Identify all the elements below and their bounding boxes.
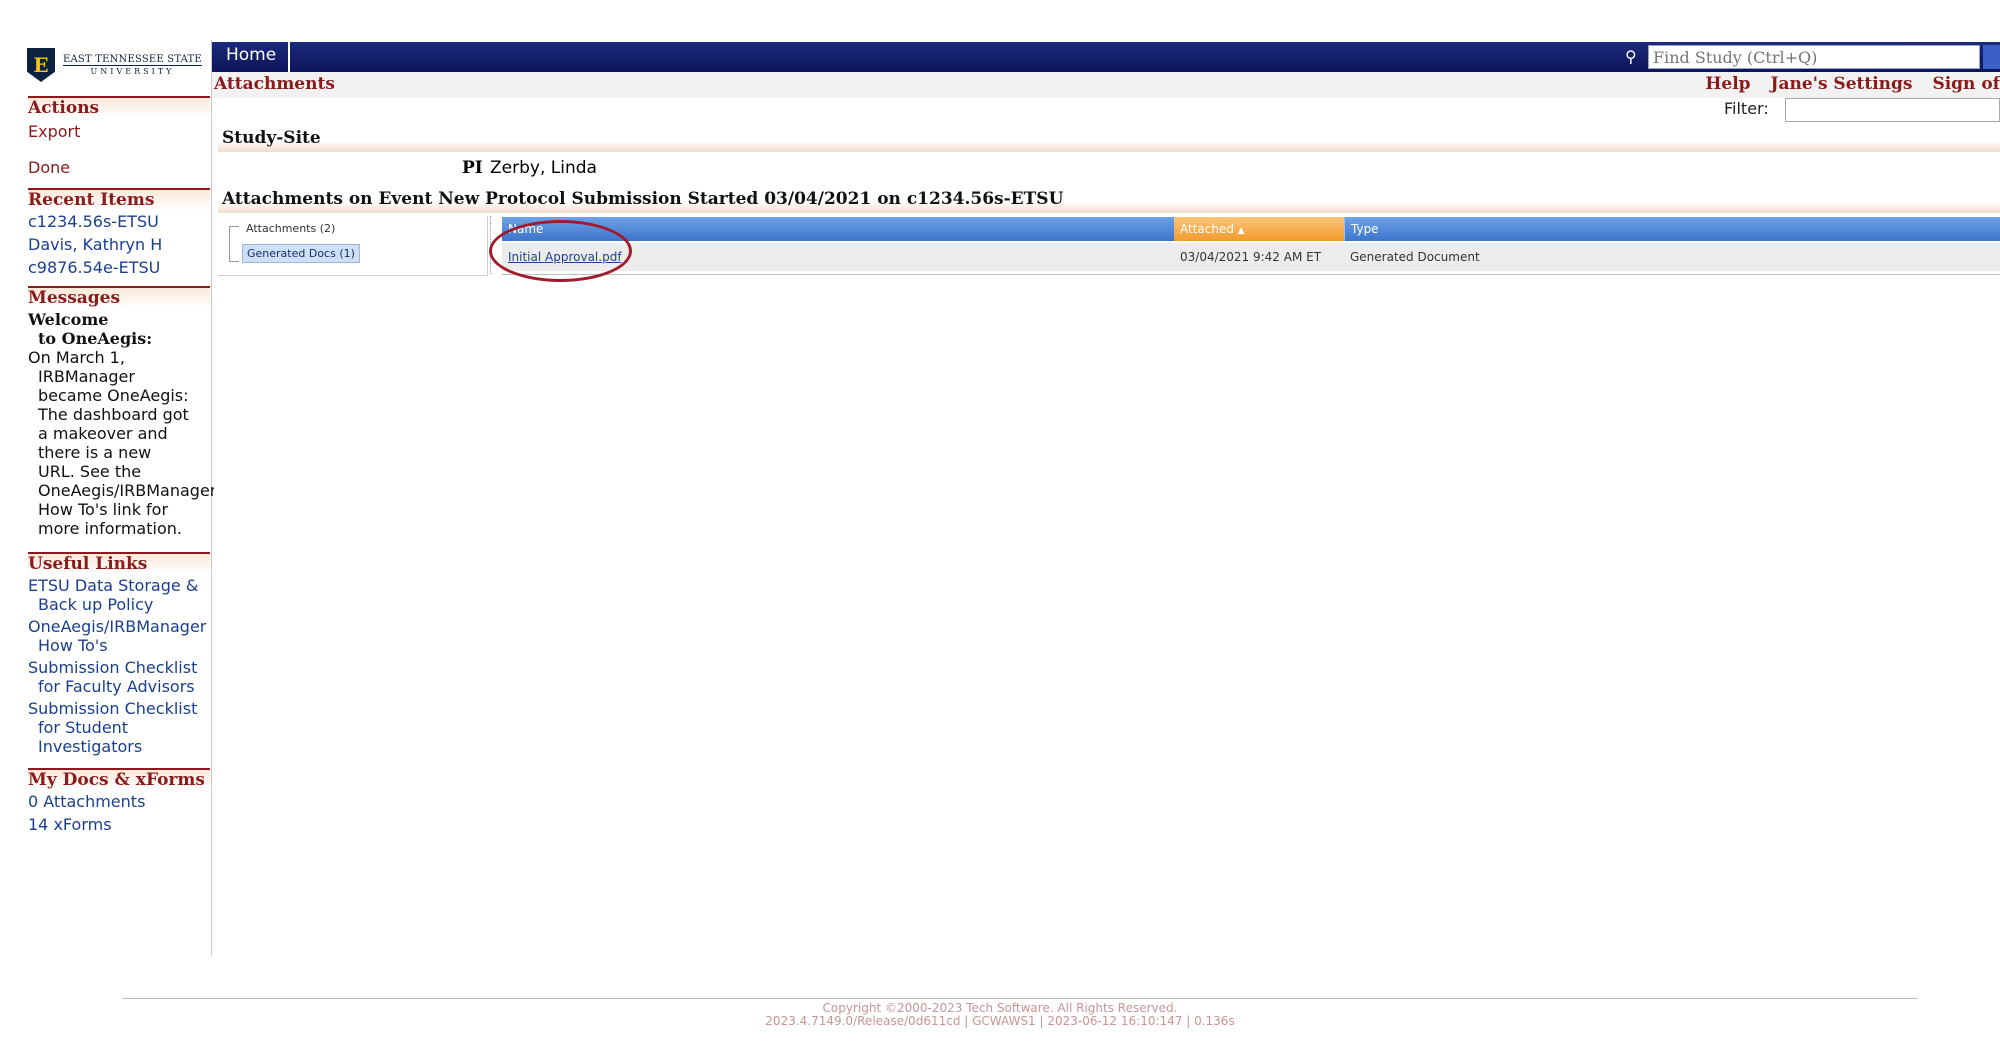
message-line: How To's link for	[38, 500, 169, 519]
recent-item-link[interactable]: Davis, Kathryn H	[28, 235, 210, 254]
sign-off-link[interactable]: Sign of	[1932, 74, 2000, 94]
link-text: ETSU Data Storage &	[28, 576, 199, 595]
highlight-circle-annotation	[489, 220, 632, 282]
pi-row: PI Zerby, Linda	[218, 156, 2000, 182]
link-text: Back up Policy	[38, 595, 154, 614]
message-line: OneAegis/IRBManager	[38, 481, 214, 500]
link-text: OneAegis/IRBManager	[28, 617, 207, 636]
messages-heading: Messages	[28, 286, 210, 308]
filter-input[interactable]	[1785, 98, 2000, 122]
message-line: URL. See the	[38, 462, 142, 481]
column-header-attached-label: Attached	[1180, 222, 1234, 236]
tree-node-attachments[interactable]: Attachments (2)	[246, 222, 335, 235]
link-text: Submission Checklist	[28, 658, 198, 677]
link-text: Investigators	[38, 737, 143, 756]
tree-node-generated-docs[interactable]: Generated Docs (1)	[242, 244, 360, 263]
etsu-shield-icon: E	[27, 48, 55, 82]
link-text: for Faculty Advisors	[38, 677, 195, 696]
done-link[interactable]: Done	[28, 158, 210, 177]
how-tos-link[interactable]: OneAegis/IRBManager How To's	[28, 617, 210, 655]
pi-value: Zerby, Linda	[490, 158, 597, 178]
page-title: Attachments	[214, 74, 335, 94]
data-storage-policy-link[interactable]: ETSU Data Storage & Back up Policy	[28, 576, 210, 614]
logo-line1: EAST TENNESSEE STATE	[63, 53, 202, 65]
faculty-checklist-link[interactable]: Submission Checklist for Faculty Advisor…	[28, 658, 210, 696]
export-link[interactable]: Export	[28, 122, 210, 141]
message-line: became OneAegis:	[38, 386, 189, 405]
find-study-input[interactable]	[1648, 45, 1980, 69]
help-link[interactable]: Help	[1705, 74, 1750, 94]
grid-header: Name Attached ▲ Type	[502, 217, 2000, 241]
header-links: Help Jane's Settings Sign of	[1691, 72, 2000, 96]
message-title: Welcome	[28, 310, 109, 329]
message-title: to OneAegis:	[38, 329, 153, 348]
attachments-section-heading: Attachments on Event New Protocol Submis…	[218, 187, 2000, 213]
useful-links-heading: Useful Links	[28, 552, 210, 574]
table-row[interactable]: Initial Approval.pdf 03/04/2021 9:42 AM …	[502, 243, 2000, 271]
link-text: How To's	[38, 636, 108, 655]
search-go-button[interactable]	[1983, 45, 2000, 69]
message-line: On March 1,	[28, 348, 125, 367]
actions-heading: Actions	[28, 96, 210, 118]
welcome-message: Welcome to OneAegis: On March 1, IRBMana…	[28, 310, 214, 538]
etsu-logo[interactable]: E EAST TENNESSEE STATE UNIVERSITY	[27, 46, 207, 84]
pi-label: PI	[462, 158, 483, 178]
link-text: for Student	[38, 718, 129, 737]
recent-items-heading: Recent Items	[28, 188, 210, 210]
sort-ascending-icon: ▲	[1237, 226, 1245, 236]
attachments-grid: Name Attached ▲ Type Initial Approval.pd…	[502, 217, 2000, 275]
my-docs-heading: My Docs & xForms	[28, 768, 210, 790]
tree-branch-line	[229, 226, 239, 262]
attachment-type: Generated Document	[1350, 250, 1480, 264]
link-text: Submission Checklist	[28, 699, 198, 718]
footer: Copyright ©2000-2023 Tech Software. All …	[0, 1002, 2000, 1028]
filter-label: Filter:	[1724, 99, 1769, 118]
logo-line2: UNIVERSITY	[63, 64, 202, 77]
top-nav-bar: Home ⚲	[212, 42, 2000, 72]
binoculars-icon[interactable]: ⚲	[1625, 47, 1645, 67]
attached-date: 03/04/2021 9:42 AM ET	[1180, 250, 1322, 264]
attachment-tree: Attachments (2) Generated Docs (1)	[218, 216, 488, 276]
message-line: more information.	[38, 519, 182, 538]
column-header-attached[interactable]: Attached ▲	[1174, 217, 1344, 241]
left-sidebar: E EAST TENNESSEE STATE UNIVERSITY Action…	[0, 40, 214, 956]
home-tab[interactable]: Home	[214, 42, 290, 72]
message-line: a makeover and	[38, 424, 168, 443]
xforms-count-link[interactable]: 14 xForms	[28, 815, 210, 834]
build-info-text: 2023.4.7149.0/Release/0d611cd | GCWAWS1 …	[765, 1014, 1235, 1028]
recent-item-link[interactable]: c9876.54e-ETSU	[28, 258, 210, 277]
attachments-count-link[interactable]: 0 Attachments	[28, 792, 210, 811]
message-line: The dashboard got	[38, 405, 189, 424]
page-header: Attachments Help Jane's Settings Sign of	[212, 72, 2000, 98]
study-site-heading: Study-Site	[218, 126, 2000, 152]
message-line: there is a new	[38, 443, 152, 462]
student-checklist-link[interactable]: Submission Checklist for Student Investi…	[28, 699, 210, 756]
recent-item-link[interactable]: c1234.56s-ETSU	[28, 212, 210, 231]
settings-link[interactable]: Jane's Settings	[1771, 74, 1913, 94]
column-header-type[interactable]: Type	[1344, 217, 2000, 241]
message-line: IRBManager	[38, 367, 135, 386]
footer-divider	[122, 998, 1918, 999]
